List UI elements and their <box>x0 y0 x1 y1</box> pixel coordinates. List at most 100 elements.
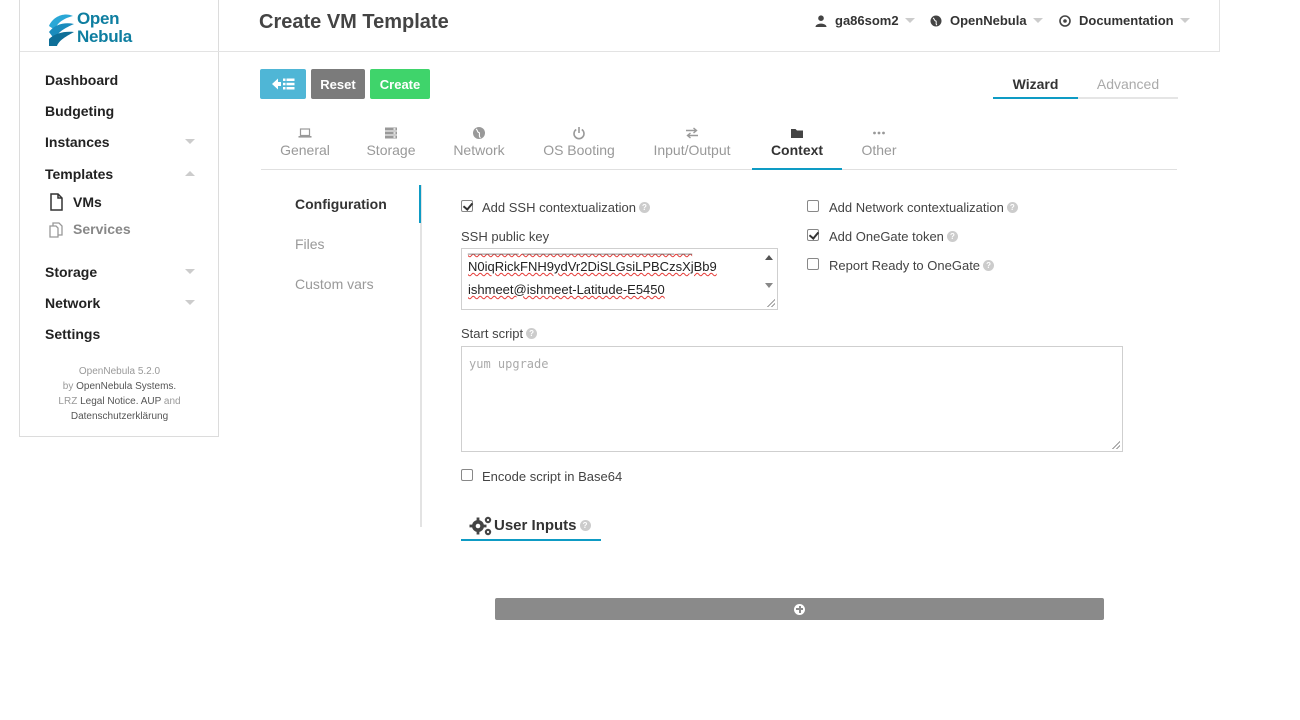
sidebar-footer: OpenNebula 5.2.0 by OpenNebula Systems. … <box>20 364 219 424</box>
resize-handle-icon[interactable] <box>767 299 775 307</box>
tab-storage[interactable]: Storage <box>356 126 426 170</box>
ssh-key-line-partial: _______ _____________________ __ <box>468 249 692 255</box>
user-name: ga86som2 <box>835 13 899 28</box>
laptop-icon <box>298 128 312 138</box>
sidebar-item-instances[interactable]: Instances <box>45 134 195 150</box>
add-ssh-label: Add SSH contextualization ? <box>482 200 650 215</box>
help-icon[interactable]: ? <box>579 520 591 531</box>
footer-by: by <box>62 381 74 392</box>
subnav-active-indicator <box>419 185 421 223</box>
help-icon[interactable]: ? <box>526 328 538 339</box>
help-icon[interactable]: ? <box>1006 202 1018 213</box>
add-user-input-button[interactable] <box>495 598 1104 620</box>
user-icon <box>815 14 827 27</box>
add-network-label: Add Network contextualization ? <box>829 200 1018 215</box>
logo-mark-icon <box>49 14 74 46</box>
globe-icon <box>473 127 485 139</box>
sidebar-item-label: Dashboard <box>45 72 119 88</box>
legal-notice-link[interactable]: Legal Notice <box>80 396 136 407</box>
add-ssh-text: Add SSH contextualization <box>482 200 636 215</box>
zone-menu[interactable]: OpenNebula <box>930 13 1043 28</box>
footer-and: and <box>163 396 181 407</box>
subtab-configuration[interactable]: Configuration <box>295 196 387 212</box>
reset-button[interactable]: Reset <box>311 69 365 99</box>
tab-network[interactable]: Network <box>444 126 514 170</box>
subtab-custom-vars[interactable]: Custom vars <box>295 276 374 292</box>
gears-icon <box>469 516 492 535</box>
version-text: OpenNebula 5.2.0 <box>78 366 161 377</box>
sidebar-item-budgeting[interactable]: Budgeting <box>45 103 195 119</box>
tab-advanced[interactable]: Advanced <box>1078 76 1178 99</box>
sidebar-item-network[interactable]: Network <box>45 295 195 311</box>
ssh-key-line: ishmeet@ishmeet-Latitude-E5450 <box>468 282 665 297</box>
resize-handle-icon[interactable] <box>1112 441 1120 449</box>
storage-icon <box>385 127 397 139</box>
add-network-checkbox[interactable] <box>807 200 819 212</box>
back-list-icon <box>272 78 295 90</box>
add-onegate-checkbox[interactable] <box>807 229 819 241</box>
scroll-down-icon[interactable] <box>765 283 773 288</box>
sidebar-subitem-vms[interactable]: VMs <box>47 193 102 211</box>
sidebar-item-label: Network <box>45 295 101 311</box>
sidebar-divider <box>20 51 219 52</box>
footer-lrz: LRZ <box>58 396 78 407</box>
tab-context[interactable]: Context <box>752 126 842 170</box>
subtab-files[interactable]: Files <box>295 236 325 252</box>
subnav-divider <box>420 185 422 527</box>
create-button[interactable]: Create <box>370 69 430 99</box>
encode-base64-checkbox[interactable] <box>461 469 473 481</box>
tab-general[interactable]: General <box>268 126 342 170</box>
ssh-public-key-textarea[interactable]: _______ _____________________ __ N0iqRic… <box>461 248 778 310</box>
opennebula-logo[interactable]: Open Nebula <box>47 10 147 48</box>
help-circle-icon <box>1059 14 1071 27</box>
sidebar-item-settings[interactable]: Settings <box>45 326 195 342</box>
chevron-down-icon <box>185 269 195 274</box>
aup-link[interactable]: AUP <box>141 396 161 407</box>
tab-label: General <box>280 142 330 158</box>
user-menu[interactable]: ga86som2 <box>815 13 915 28</box>
chevron-down-icon <box>904 18 915 23</box>
sidebar-subitem-label: VMs <box>73 194 102 210</box>
zone-name: OpenNebula <box>950 13 1027 28</box>
logo-line1: Open <box>77 9 120 28</box>
chevron-down-icon <box>185 300 195 305</box>
ellipsis-icon <box>873 131 885 135</box>
chevron-down-icon <box>1032 18 1043 23</box>
user-inputs-title: User Inputs <box>494 517 577 534</box>
tab-label: Network <box>453 142 505 158</box>
user-inputs-header: User Inputs ? <box>461 512 601 541</box>
start-script-placeholder: yum upgrade <box>469 357 549 371</box>
help-icon[interactable]: ? <box>638 202 650 213</box>
start-script-textarea[interactable]: yum upgrade <box>461 346 1123 452</box>
back-to-list-button[interactable] <box>260 69 306 99</box>
ssh-key-line: N0iqRickFNH9ydVr2DiSLGsiLPBCzsXjBb9 <box>468 259 717 274</box>
sidebar-item-dashboard[interactable]: Dashboard <box>45 72 195 88</box>
chevron-down-icon <box>1179 18 1190 23</box>
documentation-menu[interactable]: Documentation <box>1059 13 1190 28</box>
company-link[interactable]: OpenNebula Systems. <box>76 381 176 392</box>
tab-label: Storage <box>366 142 416 158</box>
encode-base64-label: Encode script in Base64 <box>482 469 623 484</box>
plus-circle-icon <box>794 603 805 615</box>
privacy-link[interactable]: Datenschutzerklärung <box>20 409 219 424</box>
tab-other[interactable]: Other <box>852 126 906 170</box>
sidebar-item-templates[interactable]: Templates <box>45 166 195 182</box>
sidebar-item-label: Settings <box>45 326 101 342</box>
sidebar-subitem-services[interactable]: Services <box>47 220 131 238</box>
tab-input-output[interactable]: Input/Output <box>646 126 738 170</box>
tab-label: OS Booting <box>543 142 615 158</box>
help-icon[interactable]: ? <box>946 231 958 242</box>
help-icon[interactable]: ? <box>983 260 995 271</box>
sidebar-item-label: Storage <box>45 264 98 280</box>
report-ready-checkbox[interactable] <box>807 258 819 270</box>
sidebar-item-storage[interactable]: Storage <box>45 264 195 280</box>
add-ssh-checkbox[interactable] <box>461 200 473 212</box>
tab-wizard[interactable]: Wizard <box>993 76 1078 99</box>
chevron-down-icon <box>185 139 195 144</box>
tab-label: Context <box>770 142 824 158</box>
scroll-up-icon[interactable] <box>765 255 773 260</box>
add-onegate-text: Add OneGate token <box>829 229 944 244</box>
documentation-label: Documentation <box>1079 13 1174 28</box>
report-ready-text: Report Ready to OneGate <box>829 258 981 273</box>
tab-os-booting[interactable]: OS Booting <box>532 126 626 170</box>
